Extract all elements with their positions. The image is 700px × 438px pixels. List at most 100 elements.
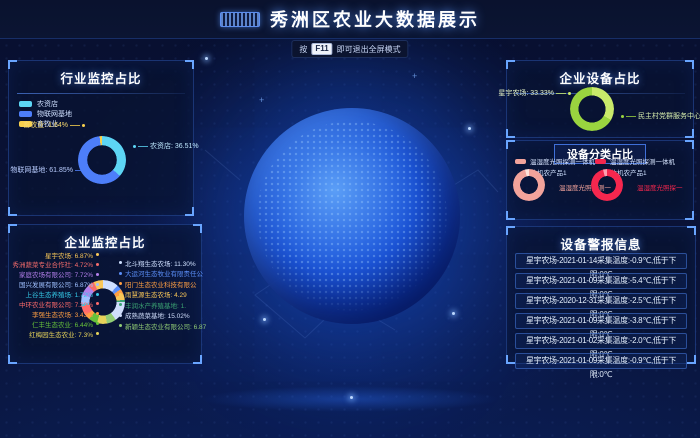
industry-donut-chart[interactable] [78, 136, 126, 184]
series-text: 星宇农场: 6.87% [45, 250, 93, 260]
series-dot [96, 283, 99, 286]
series-text: 成熟蔬菜基地: 15.02% [125, 310, 190, 320]
donut-label-livestock: 畜牧业: 1.64% [23, 120, 85, 130]
series-dot [119, 282, 122, 285]
legend-label: 温湿度光照探测一体机 [530, 156, 595, 166]
corner-decoration [193, 224, 202, 233]
floor-glow-decoration [200, 386, 500, 412]
series-dot [119, 261, 122, 264]
category-donut-right[interactable] [591, 169, 623, 201]
divider [17, 93, 185, 94]
callout-line [138, 146, 148, 147]
callout-text: 星宇农场: 33.33% [498, 88, 554, 98]
legend-swatch [515, 159, 526, 164]
series-label: 新颖生态农业有限公司: 6.87 [119, 322, 199, 329]
series-dot [96, 273, 99, 276]
category-donut-left[interactable] [513, 169, 545, 201]
series-dot [96, 332, 99, 335]
callout-text: 农资店: 36.51% [150, 141, 199, 151]
legend-item[interactable]: 农资店 [19, 99, 193, 109]
corner-decoration [506, 355, 515, 364]
series-dot [119, 324, 122, 327]
series-dot [96, 322, 99, 325]
donut-label-iot-base: 物联网基地: 61.85% [10, 165, 90, 175]
corner-decoration [8, 207, 17, 216]
series-label: 红梅园生态农业: 7.3% [11, 330, 99, 337]
corner-decoration [685, 140, 694, 149]
series-text: 大运河生态牧业有限责任公 [125, 268, 203, 278]
corner-decoration [8, 60, 17, 69]
f11-key-badge: F11 [311, 43, 332, 55]
hint-prefix: 按 [299, 44, 307, 55]
corner-decoration [506, 129, 515, 138]
series-label: 丰润水产养殖基地: 1. [119, 301, 199, 308]
donut-label-agri-store: 农资店: 36.51% [133, 141, 199, 151]
callout-dot [87, 169, 90, 172]
series-label: 阳门生态农业科技有限公 [119, 280, 199, 287]
legend-item[interactable]: 物联网基地 [19, 109, 193, 119]
alert-row: 星宇农场-2021-01-09采集温度:-3.8℃,低于下限:0℃ [515, 313, 687, 329]
series-dot [96, 293, 99, 296]
series-label: 大运河生态牧业有限责任公 [119, 270, 199, 277]
donut-label-service-center: 民主村党群服务中心: [621, 111, 700, 121]
series-text: 仁丰生态农业: 6.44% [32, 319, 93, 329]
series-label: 成熟蔬菜基地: 15.02% [119, 312, 199, 319]
series-text: 李强生态农场: 3.43% [32, 309, 93, 319]
legend-label: 农资店 [37, 99, 58, 109]
legend-label: 物联网基地 [37, 109, 72, 119]
alert-row: 星宇农场-2021-01-14采集温度:-0.9℃,低于下限:0℃ [515, 253, 687, 269]
star-decoration [468, 127, 471, 130]
callout-text: 物联网基地: 61.85% [10, 165, 73, 175]
corner-decoration [506, 140, 515, 149]
callout-text: 畜牧业: 1.64% [23, 120, 68, 130]
series-text: 秀洲蔬菜专业合作社: 4.72% [12, 259, 93, 269]
series-label: 家庭农场有限公司: 7.72% [11, 271, 99, 278]
panel-title: 企业监控占比 [9, 225, 201, 251]
series-text: 国兴发展有限公司: 6.87% [19, 279, 93, 289]
category-legend-left[interactable]: 温湿度光照探测一体机 [515, 156, 595, 166]
callout-dot [621, 115, 624, 118]
category-legend-right[interactable]: 温湿度光照探测一体机 [595, 156, 675, 166]
legend-label: 温湿度光照探测一体机 [610, 156, 675, 166]
series-dot [119, 272, 122, 275]
series-text: 新颖生态农业有限公司: 6.87 [125, 321, 206, 331]
panel-industry-monitor-ratio: 行业监控占比 农资店物联网基地畜牧业 畜牧业: 1.64% 农资店: 36.51… [8, 60, 194, 216]
callout-line [75, 170, 85, 171]
alert-row: 星宇农场-2021-01-09采集温度:-5.4℃,低于下限:0℃ [515, 273, 687, 289]
series-label: 中环农业有限公司: 7.29% [11, 300, 99, 307]
series-text: 阳门生态农业科技有限公 [125, 279, 197, 289]
panel-device-alerts: 设备警报信息 星宇农场-2021-01-14采集温度:-0.9℃,低于下限:0℃… [506, 226, 696, 364]
series-text: 上谷生态养殖场: 1.72% [25, 289, 93, 299]
corner-decoration [185, 207, 194, 216]
globe-graphic [244, 108, 460, 324]
alert-row: 星宇农场-2021-01-02采集温度:-2.0℃,低于下限:0℃ [515, 333, 687, 349]
fullscreen-hint: 按 F11 即可退出全屏模式 [291, 40, 408, 58]
series-label: 雨慧源生态农场: 4.29 [119, 291, 199, 298]
series-label: 国兴发展有限公司: 6.87% [11, 281, 99, 288]
alert-row: 星宇农场-2021-01-09采集温度:-0.9℃,低于下限:0℃ [515, 353, 687, 369]
alert-row: 星宇农场-2020-12-31采集温度:-2.5℃,低于下限:0℃ [515, 293, 687, 309]
corner-decoration [185, 60, 194, 69]
series-dot [119, 303, 122, 306]
star-decoration [350, 396, 353, 399]
corner-decoration [687, 355, 696, 364]
panel-enterprise-device-ratio: 企业设备占比 星宇农场: 33.33% 民主村党群服务中心: [506, 60, 694, 138]
legend-swatch [595, 159, 606, 164]
corner-decoration [685, 211, 694, 220]
corner-decoration [506, 211, 515, 220]
star-decoration [452, 312, 455, 315]
alert-list: 星宇农场-2021-01-14采集温度:-0.9℃,低于下限:0℃ 星宇农场-20… [515, 253, 687, 369]
series-label: 星宇农场: 6.87% [11, 251, 99, 258]
plus-star-icon: + [259, 95, 264, 105]
corner-decoration [193, 355, 202, 364]
corner-decoration [506, 226, 515, 235]
category-callout-right: 温湿度光照探一 [637, 182, 683, 192]
callout-line [626, 116, 636, 117]
corner-decoration [685, 129, 694, 138]
corner-decoration [685, 60, 694, 69]
callout-line [556, 93, 566, 94]
device-ratio-donut-chart[interactable] [570, 87, 614, 131]
corner-decoration [506, 60, 515, 69]
star-decoration [263, 318, 266, 321]
series-dot [96, 312, 99, 315]
